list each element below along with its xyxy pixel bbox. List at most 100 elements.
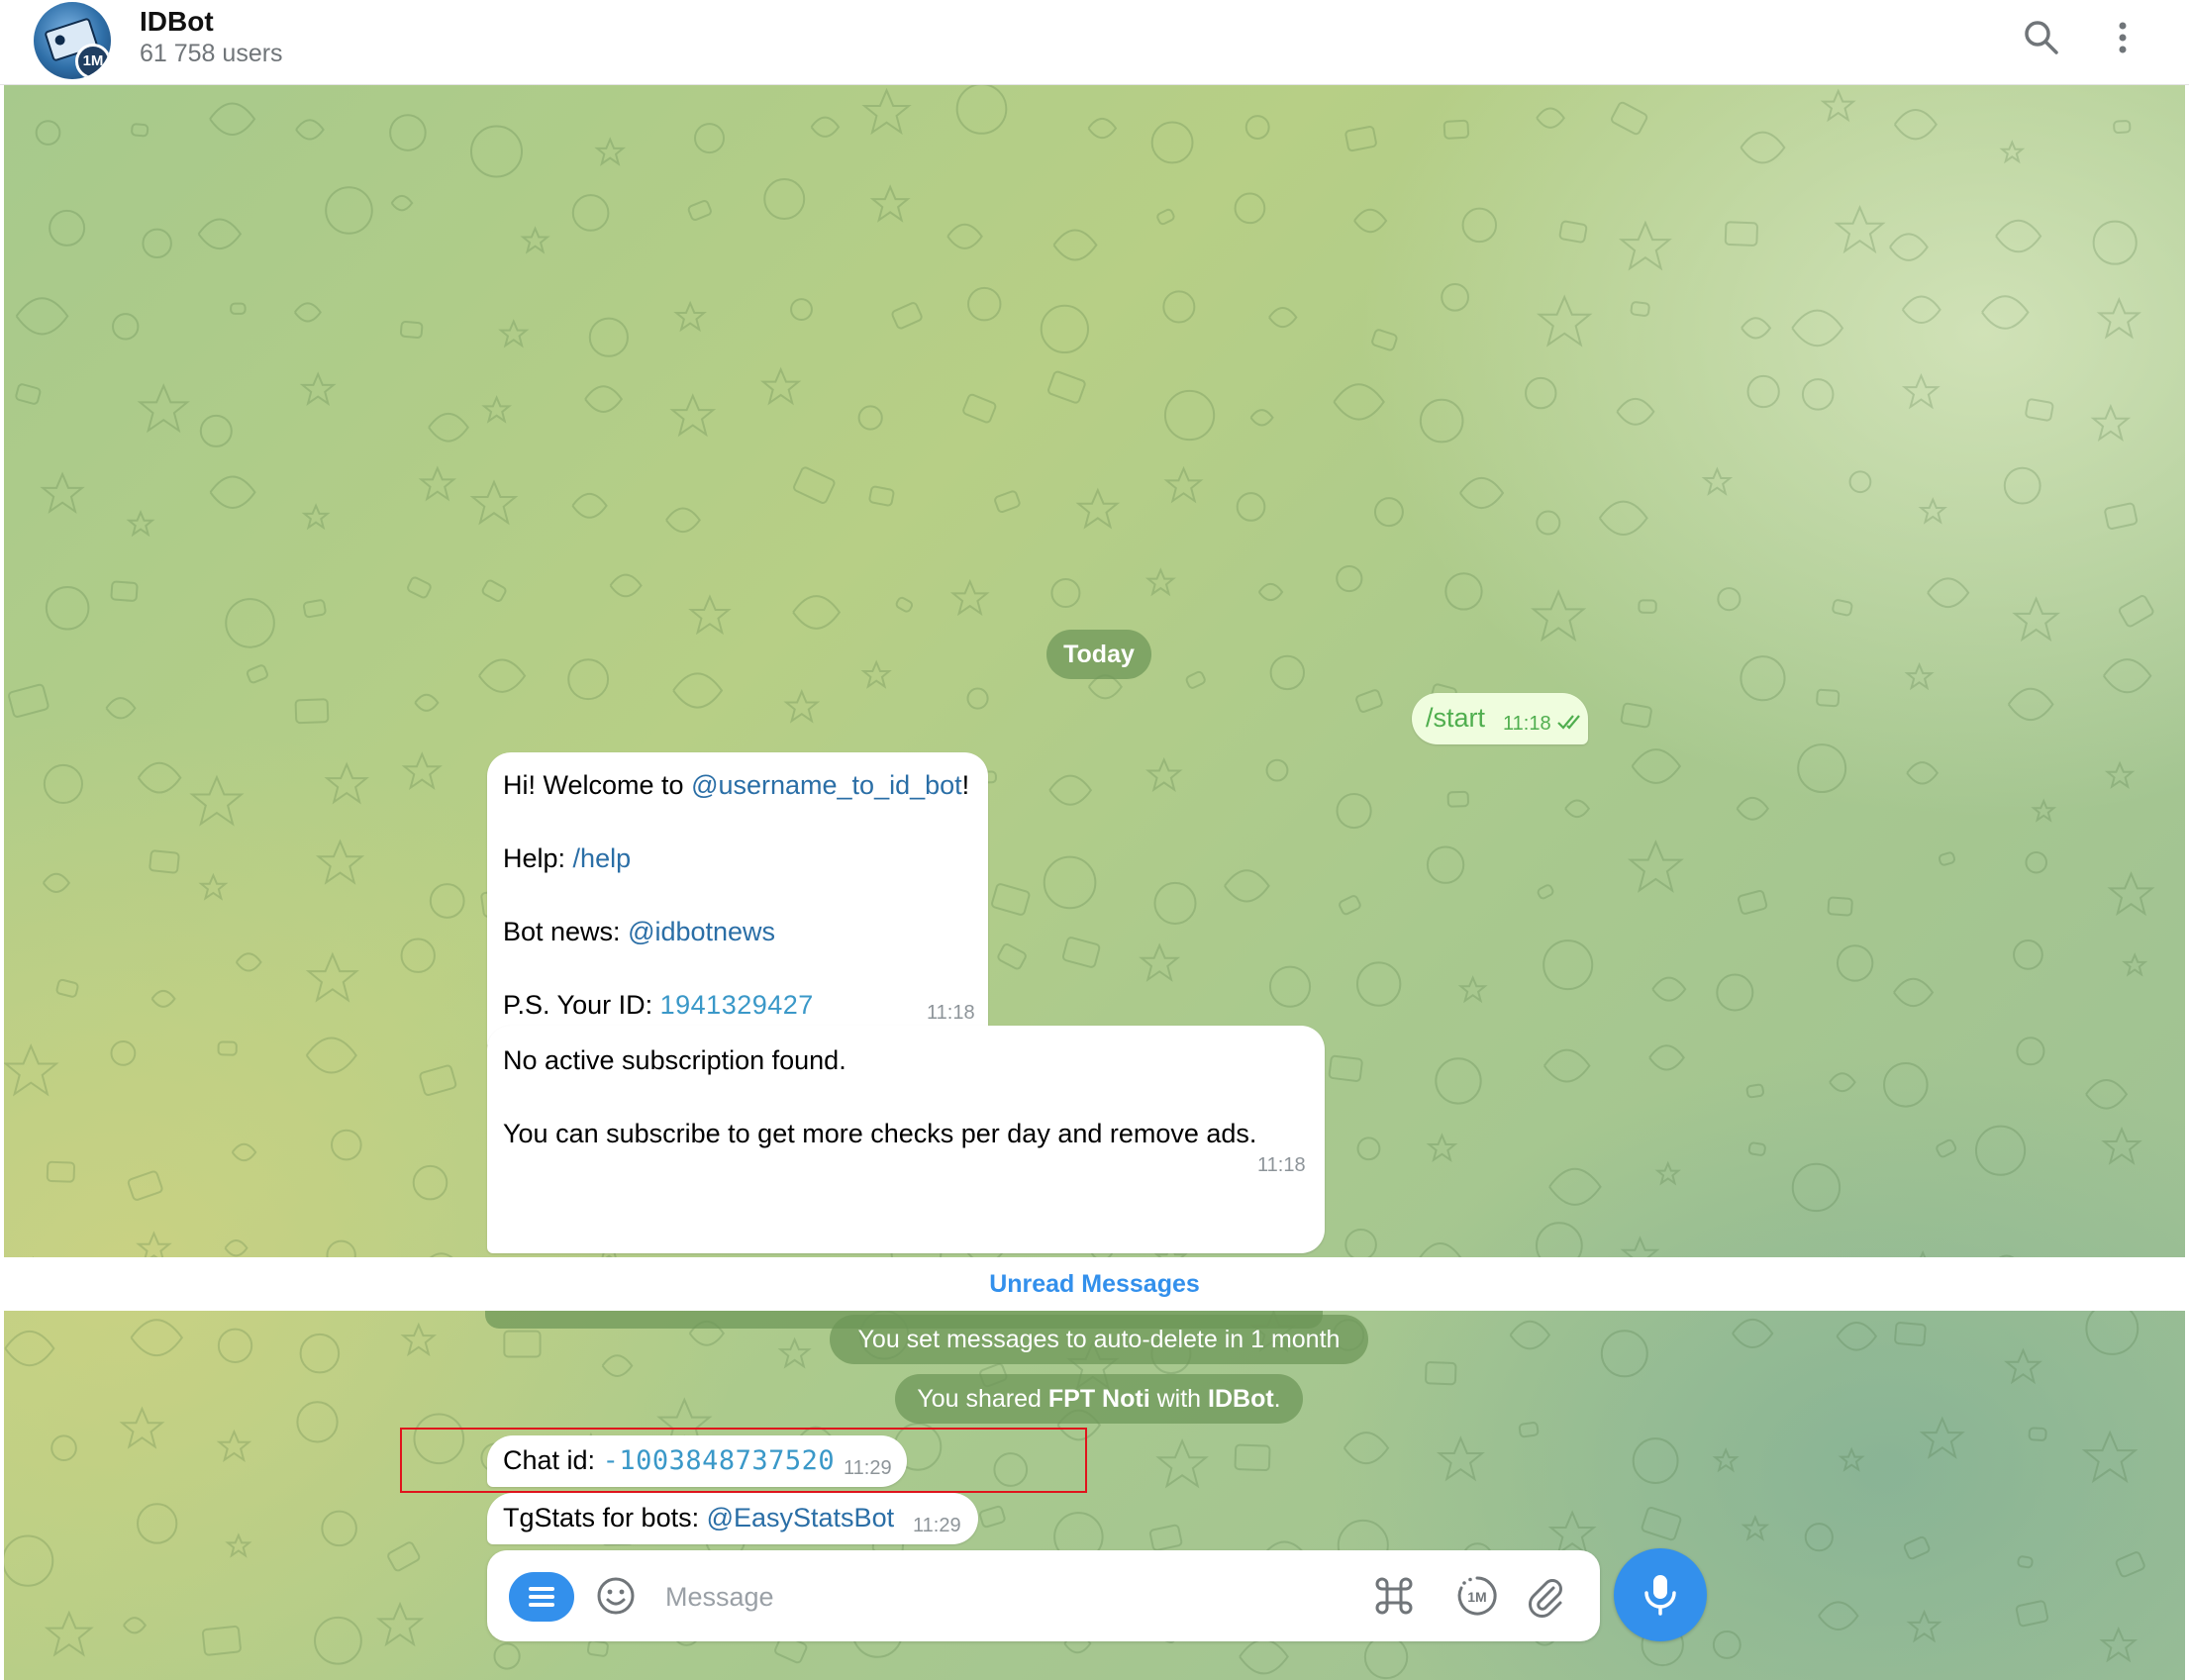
wallpaper-doodle [1144, 567, 1176, 597]
wallpaper-doodle [1716, 973, 1754, 1012]
wallpaper-doodle [571, 194, 610, 232]
wallpaper-doodle [1918, 497, 1947, 525]
wallpaper-doodle [1747, 1141, 1766, 1156]
wallpaper-doodle [2099, 1626, 2139, 1663]
wallpaper-doodle [1343, 1432, 1390, 1464]
wallpaper-doodle [1717, 587, 1741, 612]
microphone-icon [1644, 1575, 1676, 1616]
wallpaper-doodle [1651, 976, 1687, 1002]
wallpaper-doodle [198, 872, 229, 901]
voice-message-button[interactable] [1614, 1548, 1707, 1641]
bot-avatar[interactable]: 1M [34, 2, 111, 79]
wallpaper-doodle [967, 286, 1002, 322]
wallpaper-doodle [1632, 1437, 1679, 1485]
wallpaper-doodle [861, 87, 912, 136]
wallpaper-doodle [137, 383, 190, 434]
more-options-icon[interactable] [2101, 16, 2144, 59]
wallpaper-doodle [294, 698, 330, 725]
tgstats-message[interactable]: TgStats for bots: @EasyStatsBot 11:29 [487, 1493, 978, 1544]
wallpaper-doodle [302, 599, 327, 619]
user-id-value[interactable]: 1941329427 [660, 990, 814, 1020]
wallpaper-doodle [387, 1541, 421, 1572]
wallpaper-doodle [419, 1064, 457, 1096]
wallpaper-doodle [1339, 895, 1361, 916]
wallpaper-doodle [2103, 658, 2152, 694]
wallpaper-doodle [891, 302, 923, 330]
wallpaper-doodle [110, 1040, 137, 1066]
bot-commands-icon[interactable] [1372, 1574, 1416, 1618]
wallpaper-doodle [1564, 799, 1591, 819]
search-icon[interactable] [2020, 16, 2063, 59]
wallpaper-doodle [1509, 1320, 1551, 1350]
wallpaper-doodle [760, 366, 802, 406]
wallpaper-doodle [1797, 743, 1847, 794]
wallpaper-doodle [1234, 1443, 1271, 1472]
wallpaper-doodle [1355, 689, 1383, 713]
message-time: 11:29 [913, 1515, 961, 1536]
wallpaper-doodle [217, 1040, 238, 1056]
message-input[interactable] [663, 1570, 1222, 1624]
wallpaper-doodle [1087, 117, 1118, 140]
help-line: Help: /help [503, 843, 631, 874]
wallpaper-doodle [235, 952, 262, 972]
wallpaper-doodle [962, 393, 997, 424]
wallpaper-doodle [400, 938, 436, 973]
wallpaper-doodle [2122, 952, 2148, 977]
wallpaper-doodle [1234, 192, 1266, 225]
wallpaper-doodle [315, 839, 365, 885]
wallpaper-doodle [49, 209, 86, 247]
bot-menu-button[interactable] [509, 1572, 574, 1622]
wallpaper-doodle [588, 317, 629, 357]
welcome-message[interactable]: Hi! Welcome to @username_to_id_bot! Help… [487, 752, 988, 1049]
outgoing-message[interactable]: /start 11:18 [1412, 693, 1588, 744]
auto-delete-timer-icon[interactable]: 1M [1453, 1572, 1501, 1620]
wallpaper-doodle [199, 414, 233, 447]
easystats-bot-link[interactable]: @EasyStatsBot [707, 1503, 895, 1532]
date-separator: Today [1046, 630, 1151, 679]
wallpaper-doodle [50, 1434, 77, 1462]
wallpaper-doodle [1832, 599, 1853, 617]
wallpaper-doodle [1363, 1634, 1409, 1680]
wallpaper-doodle [1344, 1228, 1377, 1261]
wallpaper-doodle [4, 1534, 54, 1587]
wallpaper-doodle [4, 1331, 55, 1366]
highlight-annotation [400, 1428, 1087, 1493]
subscription-message[interactable]: No active subscription found. You can su… [487, 1026, 1325, 1253]
chat-title[interactable]: IDBot [140, 6, 214, 38]
wallpaper-pattern [4, 85, 2155, 1680]
wallpaper-doodle [1995, 219, 2042, 253]
wallpaper-doodle [777, 1336, 812, 1369]
wallpaper-doodle [1741, 1515, 1770, 1541]
wallpaper-doodle [1536, 294, 1593, 347]
emoji-icon[interactable] [594, 1574, 638, 1618]
wallpaper-doodle [792, 595, 842, 630]
wallpaper-doodle [1536, 510, 1561, 536]
wallpaper-doodle [299, 371, 337, 406]
wallpaper-doodle [1436, 1435, 1485, 1482]
wallpaper-doodle [1185, 670, 1206, 689]
wallpaper-doodle [694, 123, 726, 154]
unread-messages-divider: Unread Messages [4, 1257, 2185, 1311]
wallpaper-doodle [1836, 944, 1874, 982]
wallpaper-doodle [1355, 961, 1402, 1007]
wallpaper-doodle [42, 872, 71, 893]
wallpaper-doodle [1356, 1136, 1381, 1161]
wallpaper-doodle [1820, 88, 1856, 123]
wallpaper-doodle [301, 503, 331, 531]
chat-area[interactable]: Today /start 11:18 Hi! Welcome to @usern… [4, 85, 2185, 1680]
wallpaper-doodle [1336, 792, 1372, 830]
wallpaper-doodle [1144, 756, 1183, 793]
wallpaper-doodle [979, 1505, 1006, 1529]
wallpaper-doodle [225, 1532, 252, 1558]
welcome-suffix: ! [961, 770, 970, 800]
wallpaper-doodle [1419, 398, 1464, 444]
bot-username-link[interactable]: @username_to_id_bot [691, 770, 962, 800]
wallpaper-doodle [1155, 1437, 1209, 1489]
attach-icon[interactable] [1523, 1572, 1568, 1620]
wallpaper-doodle [224, 1238, 249, 1257]
wallpaper-doodle [1740, 655, 1786, 702]
wallpaper-doodle [1537, 884, 1554, 900]
wallpaper-doodle [217, 1328, 253, 1363]
news-channel-link[interactable]: @idbotnews [628, 917, 775, 946]
help-command-link[interactable]: /help [573, 843, 632, 873]
